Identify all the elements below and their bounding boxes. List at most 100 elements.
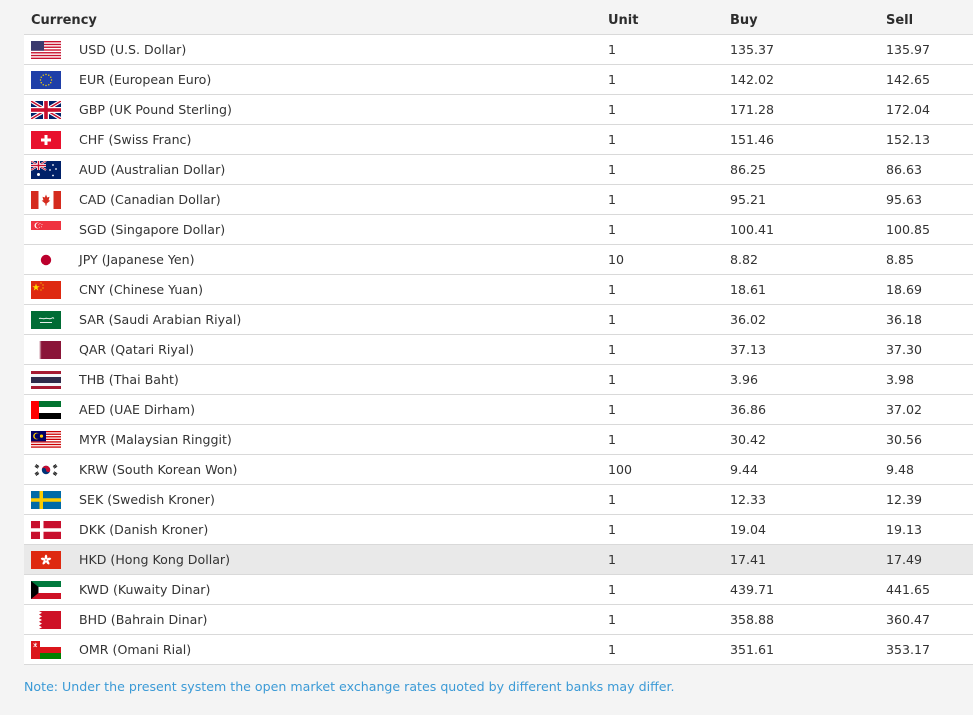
table-row: CHF (Swiss Franc) 1 151.46 152.13 — [24, 124, 973, 155]
unit-cell: 1 — [608, 634, 730, 665]
currency-cell: CAD (Canadian Dollar) — [24, 184, 608, 215]
unit-cell: 1 — [608, 154, 730, 185]
buy-rate-cell: 30.42 — [730, 424, 886, 455]
currency-cell: THB (Thai Baht) — [24, 364, 608, 395]
currency-name: JPY (Japanese Yen) — [79, 252, 195, 267]
currency-name: HKD (Hong Kong Dollar) — [79, 552, 231, 567]
buy-rate-cell: 17.41 — [730, 544, 886, 575]
switzerland-flag-icon — [31, 130, 61, 149]
buy-rate-cell: 100.41 — [730, 214, 886, 245]
currency-cell: GBP (UK Pound Sterling) — [24, 94, 608, 125]
sell-rate-cell: 100.85 — [886, 214, 973, 245]
currency-name: QAR (Qatari Riyal) — [79, 342, 194, 357]
header-unit: Unit — [608, 12, 639, 28]
currency-cell: USD (U.S. Dollar) — [24, 34, 608, 65]
currency-name: KWD (Kuwaity Dinar) — [79, 582, 211, 597]
unit-cell: 10 — [608, 244, 730, 275]
unit-cell: 1 — [608, 94, 730, 125]
buy-rate-cell: 351.61 — [730, 634, 886, 665]
currency-cell: MYR (Malaysian Ringgit) — [24, 424, 608, 455]
exchange-rates-panel: Currency Unit Buy Sell USD (U.S. Dollar)… — [0, 0, 973, 715]
table-row: HKD (Hong Kong Dollar) 1 17.41 17.49 — [24, 544, 973, 575]
unit-cell: 1 — [608, 514, 730, 545]
currency-name: BHD (Bahrain Dinar) — [79, 612, 208, 627]
table-row: SEK (Swedish Kroner) 1 12.33 12.39 — [24, 484, 973, 515]
unit-cell: 1 — [608, 394, 730, 425]
sell-rate-cell: 3.98 — [886, 364, 973, 395]
exchange-rates-table: Currency Unit Buy Sell USD (U.S. Dollar)… — [24, 6, 973, 665]
unit-cell: 1 — [608, 574, 730, 605]
oman-flag-icon — [31, 640, 61, 659]
unit-cell: 1 — [608, 304, 730, 335]
currency-name: OMR (Omani Rial) — [79, 642, 192, 657]
currency-name: AED (UAE Dirham) — [79, 402, 196, 417]
sell-rate-cell: 152.13 — [886, 124, 973, 155]
currency-name: GBP (UK Pound Sterling) — [79, 102, 232, 117]
buy-rate-cell: 439.71 — [730, 574, 886, 605]
buy-rate-cell: 135.37 — [730, 34, 886, 65]
sell-rate-cell: 95.63 — [886, 184, 973, 215]
table-row: DKK (Danish Kroner) 1 19.04 19.13 — [24, 514, 973, 545]
currency-name: AUD (Australian Dollar) — [79, 162, 226, 177]
currency-name: CNY (Chinese Yuan) — [79, 282, 203, 297]
kuwait-flag-icon — [31, 580, 61, 599]
canada-flag-icon — [31, 190, 61, 209]
currency-name: MYR (Malaysian Ringgit) — [79, 432, 232, 447]
disclaimer-note: Note: Under the present system the open … — [24, 679, 675, 694]
currency-name: KRW (South Korean Won) — [79, 462, 238, 477]
sell-rate-cell: 19.13 — [886, 514, 973, 545]
currency-cell: CHF (Swiss Franc) — [24, 124, 608, 155]
table-row: OMR (Omani Rial) 1 351.61 353.17 — [24, 634, 973, 665]
table-row: USD (U.S. Dollar) 1 135.37 135.97 — [24, 34, 973, 65]
saudi-arabia-flag-icon — [31, 310, 61, 329]
buy-rate-cell: 171.28 — [730, 94, 886, 125]
unit-cell: 100 — [608, 454, 730, 485]
sweden-flag-icon — [31, 490, 61, 509]
china-flag-icon — [31, 280, 61, 299]
buy-rate-cell: 36.02 — [730, 304, 886, 335]
unit-cell: 1 — [608, 124, 730, 155]
sell-rate-cell: 360.47 — [886, 604, 973, 635]
currency-name: CAD (Canadian Dollar) — [79, 192, 221, 207]
currency-cell: AUD (Australian Dollar) — [24, 154, 608, 185]
table-header-row: Currency Unit Buy Sell — [24, 6, 973, 35]
hong-kong-flag-icon — [31, 550, 61, 569]
currency-name: CHF (Swiss Franc) — [79, 132, 192, 147]
sell-rate-cell: 142.65 — [886, 64, 973, 95]
table-row: CNY (Chinese Yuan) 1 18.61 18.69 — [24, 274, 973, 305]
header-sell: Sell — [886, 12, 914, 28]
header-buy: Buy — [730, 12, 758, 28]
sell-rate-cell: 30.56 — [886, 424, 973, 455]
eu-flag-icon — [31, 70, 61, 89]
currency-cell: OMR (Omani Rial) — [24, 634, 608, 665]
currency-cell: CNY (Chinese Yuan) — [24, 274, 608, 305]
currency-name: DKK (Danish Kroner) — [79, 522, 209, 537]
unit-cell: 1 — [608, 484, 730, 515]
unit-cell: 1 — [608, 274, 730, 305]
table-row: MYR (Malaysian Ringgit) 1 30.42 30.56 — [24, 424, 973, 455]
buy-rate-cell: 12.33 — [730, 484, 886, 515]
buy-rate-cell: 8.82 — [730, 244, 886, 275]
singapore-flag-icon — [31, 220, 61, 239]
unit-cell: 1 — [608, 544, 730, 575]
buy-rate-cell: 358.88 — [730, 604, 886, 635]
buy-rate-cell: 37.13 — [730, 334, 886, 365]
uk-flag-icon — [31, 100, 61, 119]
unit-cell: 1 — [608, 34, 730, 65]
sell-rate-cell: 86.63 — [886, 154, 973, 185]
buy-rate-cell: 9.44 — [730, 454, 886, 485]
table-row: SAR (Saudi Arabian Riyal) 1 36.02 36.18 — [24, 304, 973, 335]
denmark-flag-icon — [31, 520, 61, 539]
south-korea-flag-icon — [31, 460, 61, 479]
buy-rate-cell: 151.46 — [730, 124, 886, 155]
table-row: THB (Thai Baht) 1 3.96 3.98 — [24, 364, 973, 395]
currency-cell: JPY (Japanese Yen) — [24, 244, 608, 275]
uae-flag-icon — [31, 400, 61, 419]
table-row: QAR (Qatari Riyal) 1 37.13 37.30 — [24, 334, 973, 365]
table-row: JPY (Japanese Yen) 10 8.82 8.85 — [24, 244, 973, 275]
sell-rate-cell: 135.97 — [886, 34, 973, 65]
usa-flag-icon — [31, 40, 61, 59]
sell-rate-cell: 9.48 — [886, 454, 973, 485]
sell-rate-cell: 17.49 — [886, 544, 973, 575]
australia-flag-icon — [31, 160, 61, 179]
